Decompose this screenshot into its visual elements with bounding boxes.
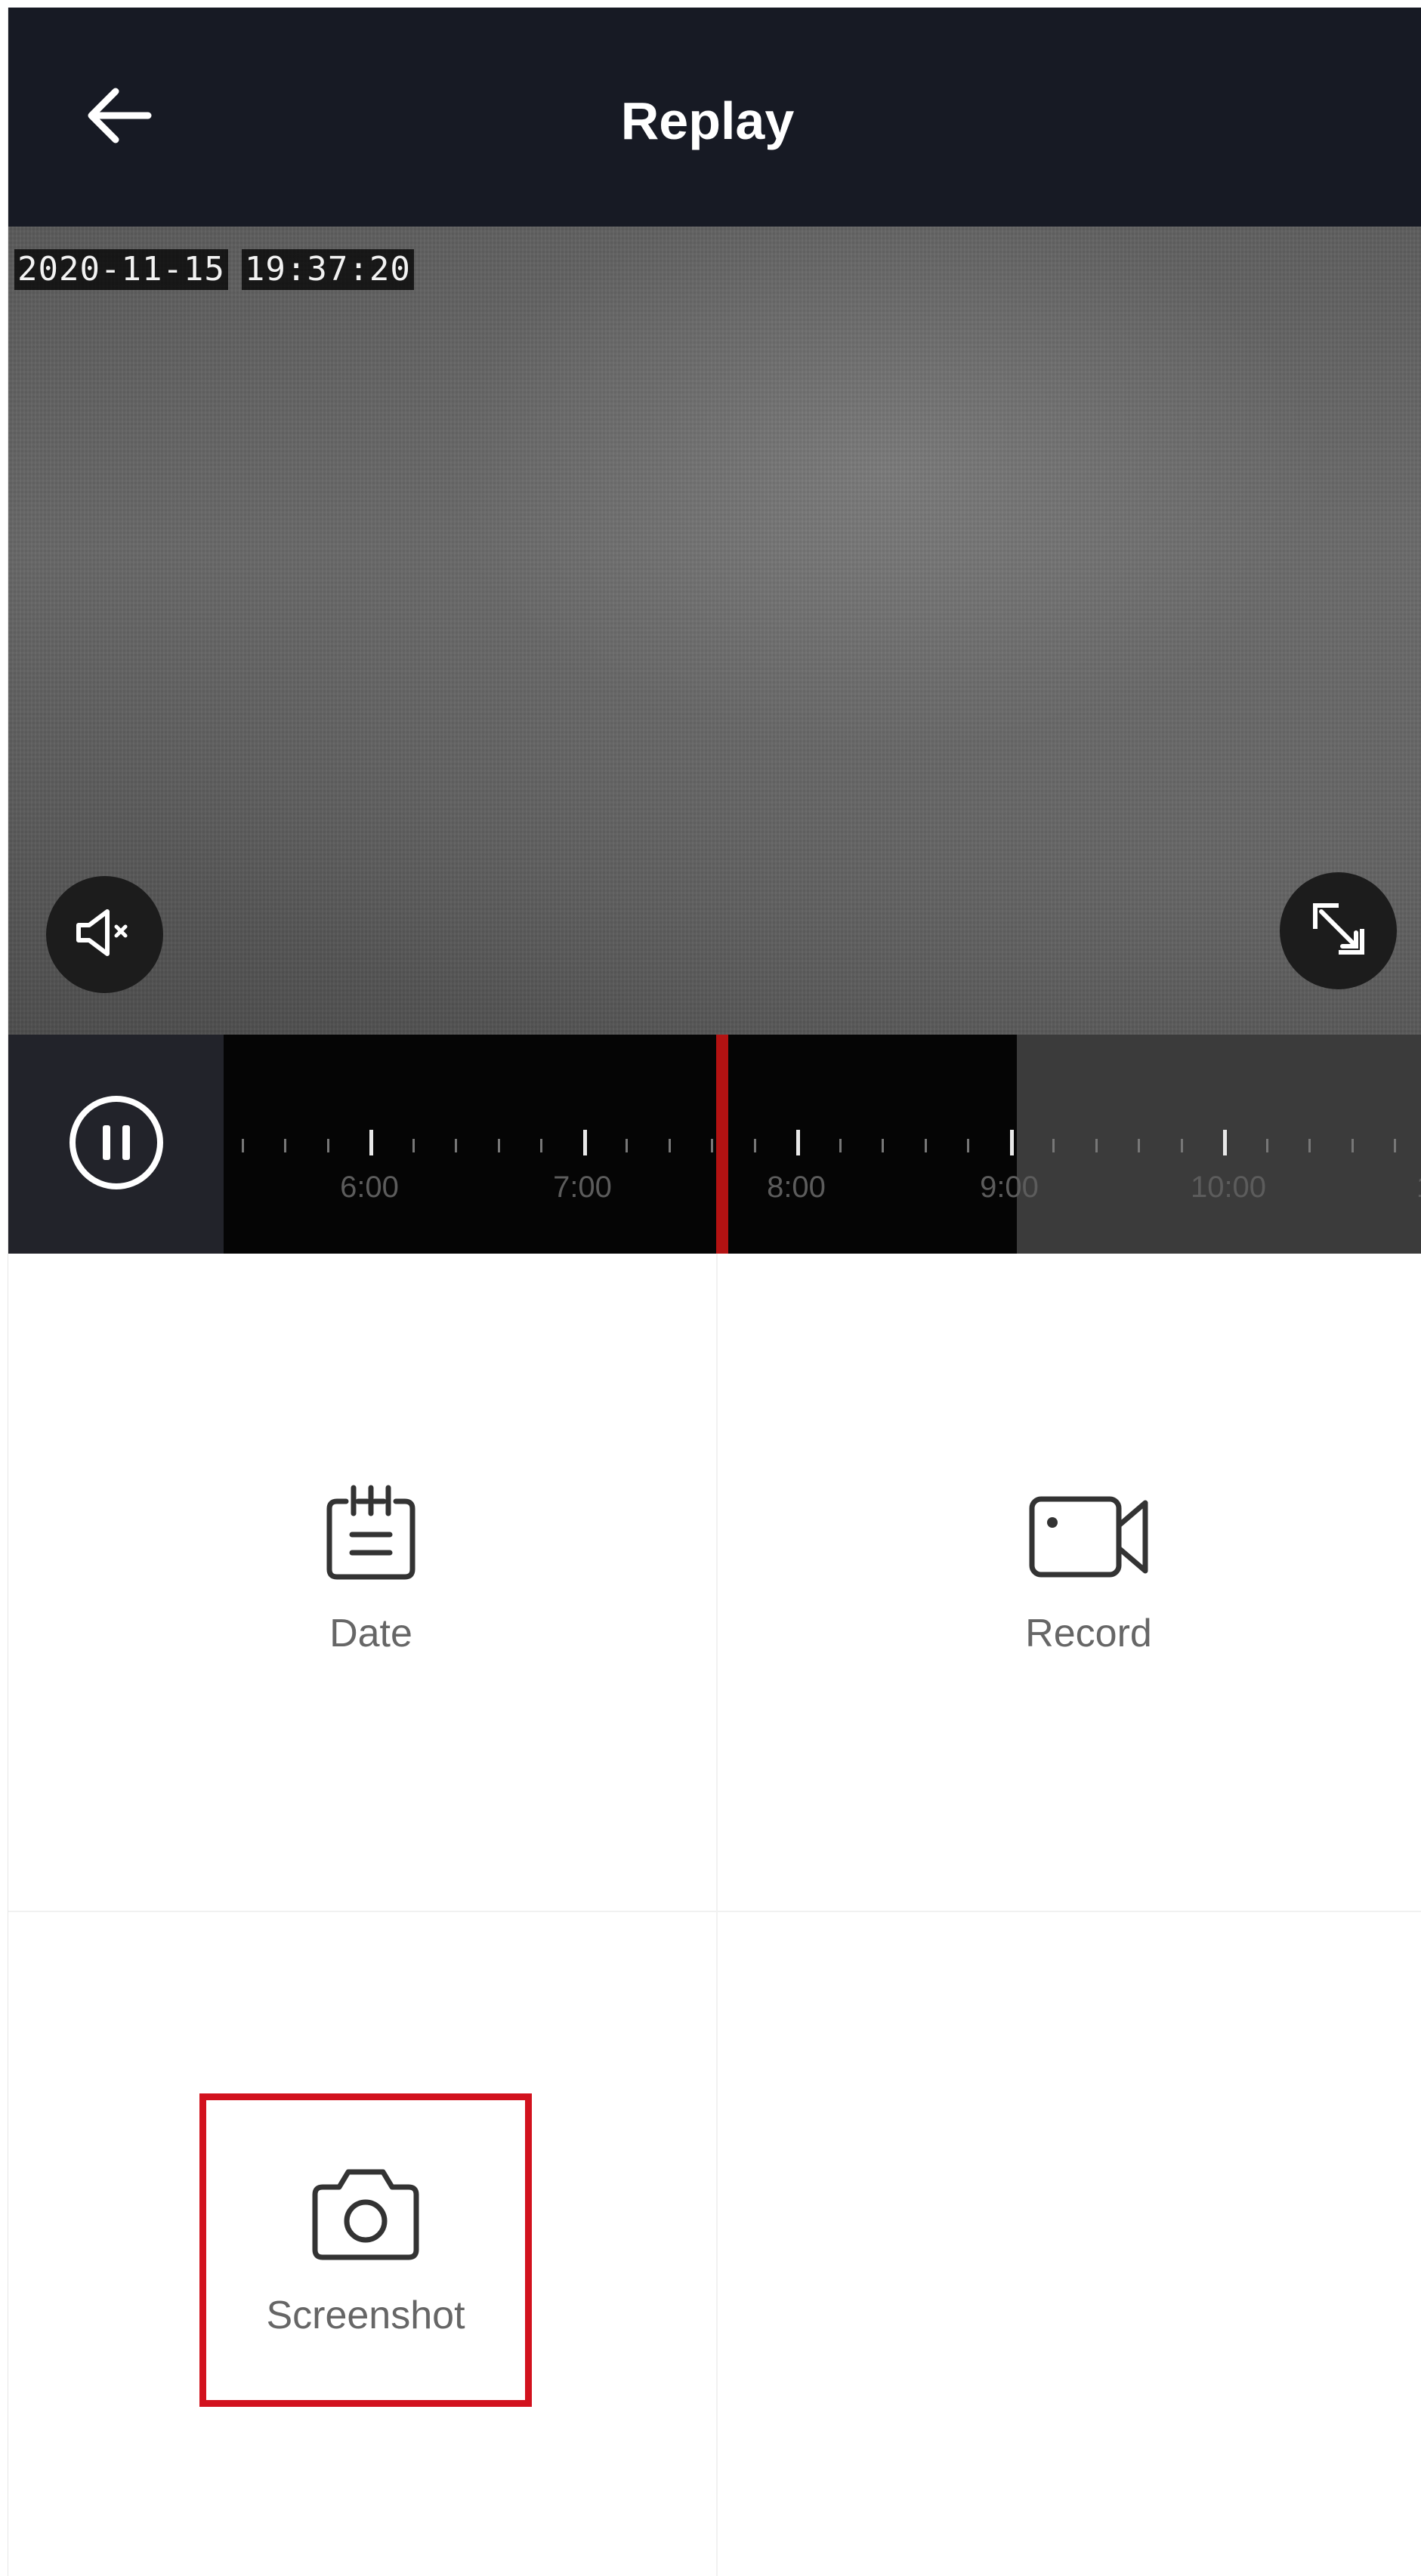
record-button[interactable]: Record — [938, 1480, 1240, 1656]
timeline-hour-tick — [1009, 1130, 1014, 1155]
timeline-minor-tick — [455, 1139, 457, 1152]
timeline-minor-tick — [540, 1139, 542, 1152]
tick-label-8: 8:00 — [767, 1171, 826, 1204]
video-timestamp: 2020-11-15 19:37:20 — [14, 249, 414, 290]
speaker-muted-icon — [71, 902, 139, 967]
timeline-ticks — [224, 1124, 1421, 1162]
grid-divider-vertical — [716, 1254, 718, 2576]
timeline-hour-tick — [369, 1130, 373, 1155]
timeline-minor-tick — [284, 1139, 286, 1152]
record-label: Record — [1025, 1612, 1152, 1655]
tick-label-11: 1 — [1416, 1171, 1421, 1205]
fullscreen-icon — [1305, 895, 1373, 967]
timeline-track[interactable]: 6:00 7:00 8:00 9:00 10:00 1 — [224, 1035, 1421, 1254]
camera-icon — [301, 2161, 430, 2270]
tick-label-10: 10:00 — [1190, 1171, 1267, 1204]
timeline-minor-tick — [1138, 1139, 1140, 1152]
video-frame — [8, 227, 1421, 1035]
video-player[interactable]: 2020-11-15 19:37:20 — [8, 227, 1421, 1035]
video-camera-icon — [1021, 1480, 1157, 1590]
timestamp-date: 2020-11-15 — [14, 249, 228, 290]
timeline-minor-tick — [668, 1139, 671, 1152]
playback-timeline: 6:00 7:00 8:00 9:00 10:00 1 — [8, 1035, 1421, 1254]
tick-label-9: 9:00 — [980, 1171, 1039, 1204]
tick-label-7: 7:00 — [553, 1171, 612, 1204]
tick-label-6: 6:00 — [340, 1171, 399, 1204]
header-bar: Replay — [8, 8, 1421, 227]
grid-divider-horizontal — [8, 1911, 1421, 1912]
timeline-minor-tick — [1265, 1139, 1268, 1152]
timeline-hour-tick — [582, 1130, 587, 1155]
timeline-minor-tick — [1180, 1139, 1183, 1152]
pause-button[interactable] — [67, 1095, 165, 1193]
screenshot-label: Screenshot — [266, 2294, 465, 2337]
timeline-minor-tick — [1052, 1139, 1055, 1152]
timeline-minor-tick — [241, 1139, 244, 1152]
date-label: Date — [329, 1612, 412, 1655]
playhead-marker[interactable] — [716, 1035, 728, 1254]
page-title: Replay — [8, 8, 1421, 227]
timeline-minor-tick — [753, 1139, 756, 1152]
timeline-hour-tick — [796, 1130, 800, 1155]
timeline-minor-tick — [882, 1139, 884, 1152]
timeline-minor-tick — [711, 1139, 713, 1152]
timeline-minor-tick — [1394, 1139, 1396, 1152]
action-grid: Date Record Screenshot — [8, 1254, 1421, 2576]
timeline-minor-tick — [967, 1139, 969, 1152]
date-button[interactable]: Date — [220, 1480, 522, 1656]
timeline-minor-tick — [924, 1139, 927, 1152]
fullscreen-button[interactable] — [1280, 872, 1397, 989]
timeline-minor-tick — [839, 1139, 842, 1152]
screenshot-button[interactable]: Screenshot — [199, 2093, 532, 2407]
timeline-minor-tick — [1095, 1139, 1098, 1152]
calendar-icon — [314, 1480, 428, 1590]
timeline-minor-tick — [1351, 1139, 1354, 1152]
timeline-minor-tick — [497, 1139, 500, 1152]
timeline-minor-tick — [326, 1139, 329, 1152]
timestamp-time: 19:37:20 — [241, 249, 414, 290]
timeline-minor-tick — [1308, 1139, 1311, 1152]
pause-area — [8, 1035, 224, 1254]
timeline-minor-tick — [626, 1139, 628, 1152]
pause-icon — [67, 1094, 165, 1195]
page-title-text: Replay — [620, 91, 795, 150]
replay-screen: Replay 2020-11-15 19:37:20 6:00 7:00 8:0… — [8, 8, 1421, 2576]
mute-button[interactable] — [46, 876, 163, 993]
timeline-hour-tick — [1223, 1130, 1227, 1155]
timeline-minor-tick — [412, 1139, 415, 1152]
